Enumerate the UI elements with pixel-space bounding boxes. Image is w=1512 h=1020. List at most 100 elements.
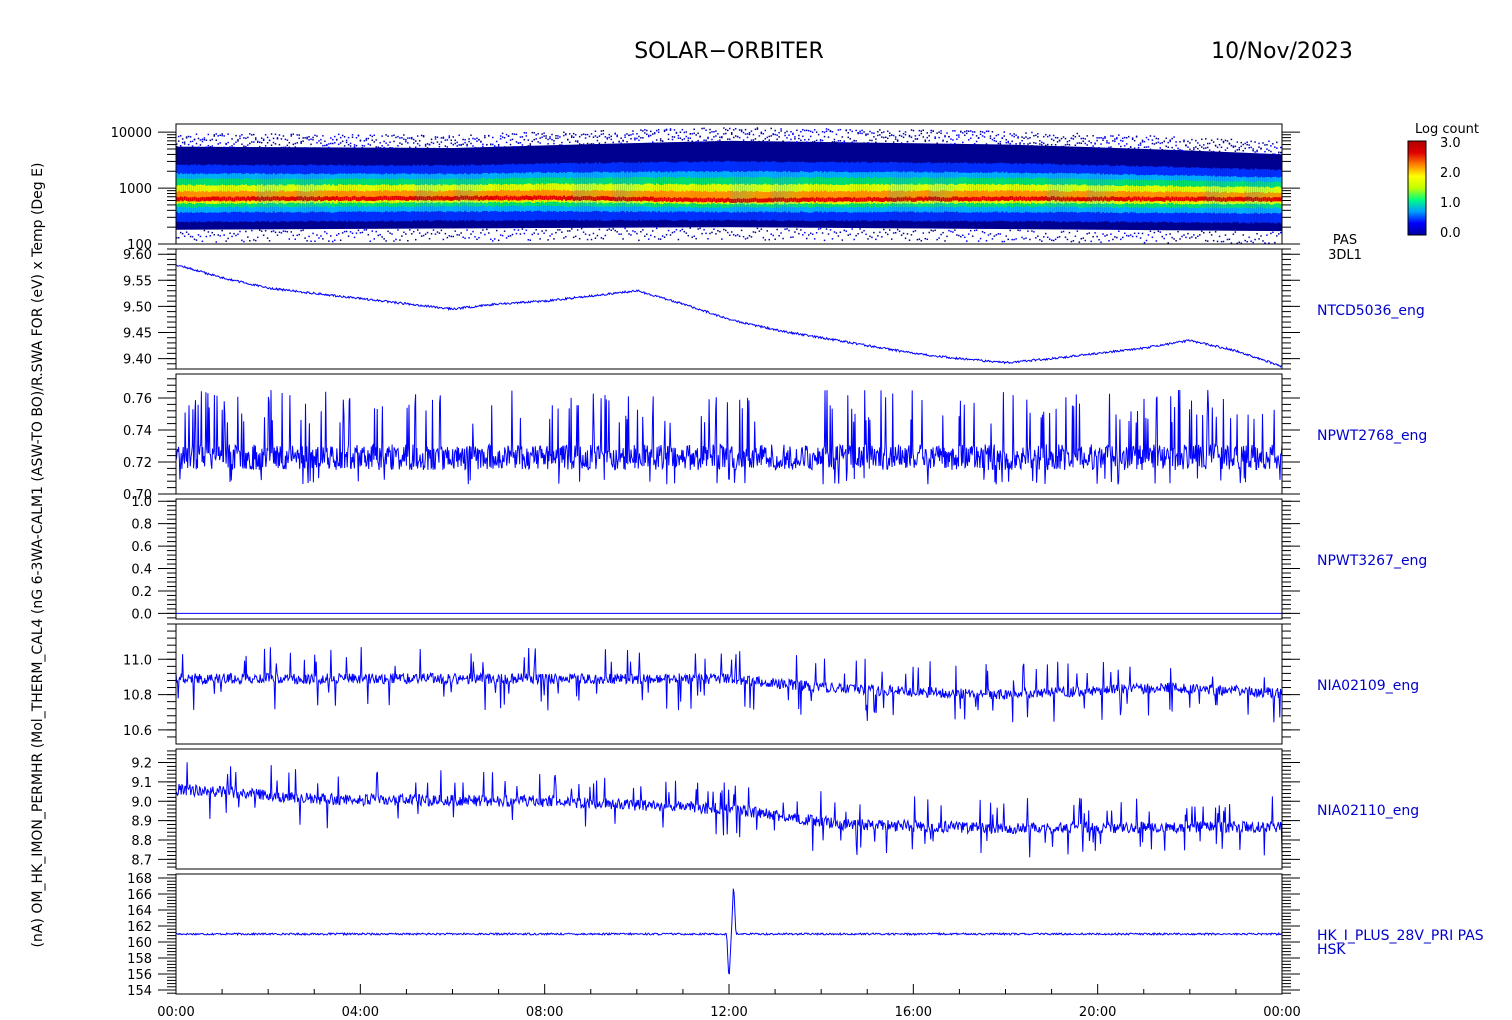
spectrogram-speckle [869, 139, 871, 142]
spectrogram-speckle [642, 229, 644, 231]
spectrogram-speckle [223, 135, 225, 137]
spectrogram-speckle [634, 231, 636, 233]
spectrogram-speckle [1098, 147, 1100, 149]
spectrogram-speckle [1033, 141, 1035, 144]
spectrogram-speckle [555, 231, 557, 234]
spectrogram-speckle [746, 237, 749, 239]
spectrogram-speckle [859, 228, 861, 230]
spectrogram-speckle [808, 234, 810, 236]
spectrogram-speckle [547, 143, 549, 145]
spectrogram-speckle [867, 142, 869, 144]
spectrogram-speckle [337, 143, 340, 146]
spectrogram-speckle [1062, 145, 1065, 148]
spectrogram-speckle [503, 136, 506, 139]
spectrogram-speckle [871, 236, 873, 239]
spectrogram-speckle [703, 139, 705, 141]
spectrogram-speckle [914, 230, 917, 232]
spectrogram-speckle [375, 139, 377, 141]
spectrogram-speckle [1137, 232, 1140, 235]
spectrogram-speckle [999, 143, 1002, 145]
spectrogram-speckle [780, 232, 782, 234]
spectrogram-speckle [1017, 136, 1019, 138]
spectrogram-speckle [863, 142, 865, 144]
spectrogram-speckle [272, 230, 275, 232]
spectrogram-speckle [444, 232, 447, 235]
spectrogram-speckle [191, 145, 194, 147]
spectrogram-speckle [940, 233, 942, 236]
spectrogram-speckle [863, 229, 865, 232]
spectrogram-speckle [804, 231, 806, 234]
spectrogram-speckle [1015, 143, 1017, 145]
spectrogram-speckle [207, 231, 210, 233]
spectrogram-speckle [306, 240, 308, 242]
spectrogram-speckle [1149, 148, 1152, 151]
spectrogram-speckle [742, 139, 745, 141]
spectrogram-speckle [541, 136, 543, 139]
spectrogram-speckle [381, 135, 383, 137]
spectrogram-speckle [616, 134, 618, 137]
spectrogram-speckle [699, 227, 701, 230]
spectrogram-speckle [999, 140, 1002, 143]
spectrogram-speckle [715, 130, 717, 132]
spectrogram-speckle [251, 134, 253, 136]
date-title: 10/Nov/2023 [1211, 39, 1353, 64]
spectrogram-speckle [574, 140, 577, 142]
spectrogram-speckle [1082, 140, 1085, 143]
spectrogram-speckle [211, 138, 214, 141]
spectrogram-speckle [644, 129, 646, 131]
spectrogram-speckle [296, 234, 298, 237]
spectrogram-speckle [969, 137, 972, 140]
spectrogram-speckle [1007, 140, 1009, 143]
spectrogram-speckle [416, 142, 419, 145]
spectrogram-speckle [981, 135, 984, 137]
spectrogram-speckle [837, 129, 840, 131]
spectrogram-speckle [740, 229, 743, 232]
spectrogram-speckle [191, 140, 194, 143]
spectrogram-speckle [644, 235, 646, 238]
spectrogram-speckle [531, 233, 533, 236]
spectrogram-speckle [403, 138, 405, 140]
spectrogram-speckle [877, 130, 879, 133]
spectrogram-speckle [928, 139, 930, 142]
spectrogram-speckle [768, 135, 770, 138]
spectrogram-speckle [853, 139, 855, 142]
spectrogram-speckle [746, 136, 749, 139]
spectrogram-speckle [590, 238, 593, 241]
spectrogram-speckle [499, 138, 502, 140]
spectrogram-speckle [614, 229, 616, 232]
spectrogram-speckle [343, 145, 346, 147]
spectrogram-speckle [1120, 238, 1122, 241]
spectrogram-speckle [361, 146, 364, 149]
spectrogram-speckle [1062, 136, 1065, 138]
spectrogram-speckle [405, 140, 407, 143]
spectrogram-speckle [762, 236, 765, 239]
spectrogram-speckle [525, 132, 528, 134]
spectrogram-speckle [1151, 142, 1154, 145]
spectrogram-speckle [918, 129, 921, 132]
spectrogram-speckle [638, 239, 640, 242]
spectrogram-speckle [648, 134, 650, 137]
spectrogram-speckle [877, 235, 879, 237]
spectrogram-speckle [1139, 237, 1142, 239]
colorbar-tick-label: 2.0 [1440, 166, 1461, 181]
spectrogram-speckle [253, 239, 255, 241]
spectrogram-speckle [610, 135, 612, 138]
spectrogram-speckle [314, 134, 316, 137]
spectrogram-speckle [869, 130, 871, 133]
spectrogram-speckle [571, 135, 573, 137]
spectrogram-speckle [209, 235, 212, 237]
spectrogram-speckle [1147, 146, 1150, 148]
spectrogram-speckle [582, 231, 585, 233]
spectrogram-speckle [547, 138, 549, 141]
spectrogram-speckle [958, 134, 960, 136]
spectrogram-speckle [973, 229, 976, 232]
spectrogram-speckle [1072, 138, 1075, 140]
spectrogram-speckle [673, 129, 676, 131]
spectrogram-speckle [910, 129, 913, 131]
spectrogram-speckle [1048, 134, 1051, 137]
spectrogram-speckle [608, 136, 611, 139]
spectrogram-speckle [940, 132, 942, 135]
spectrogram-speckle [738, 235, 741, 238]
spectrogram-speckle [357, 229, 360, 232]
spectrogram-speckle [227, 141, 229, 144]
